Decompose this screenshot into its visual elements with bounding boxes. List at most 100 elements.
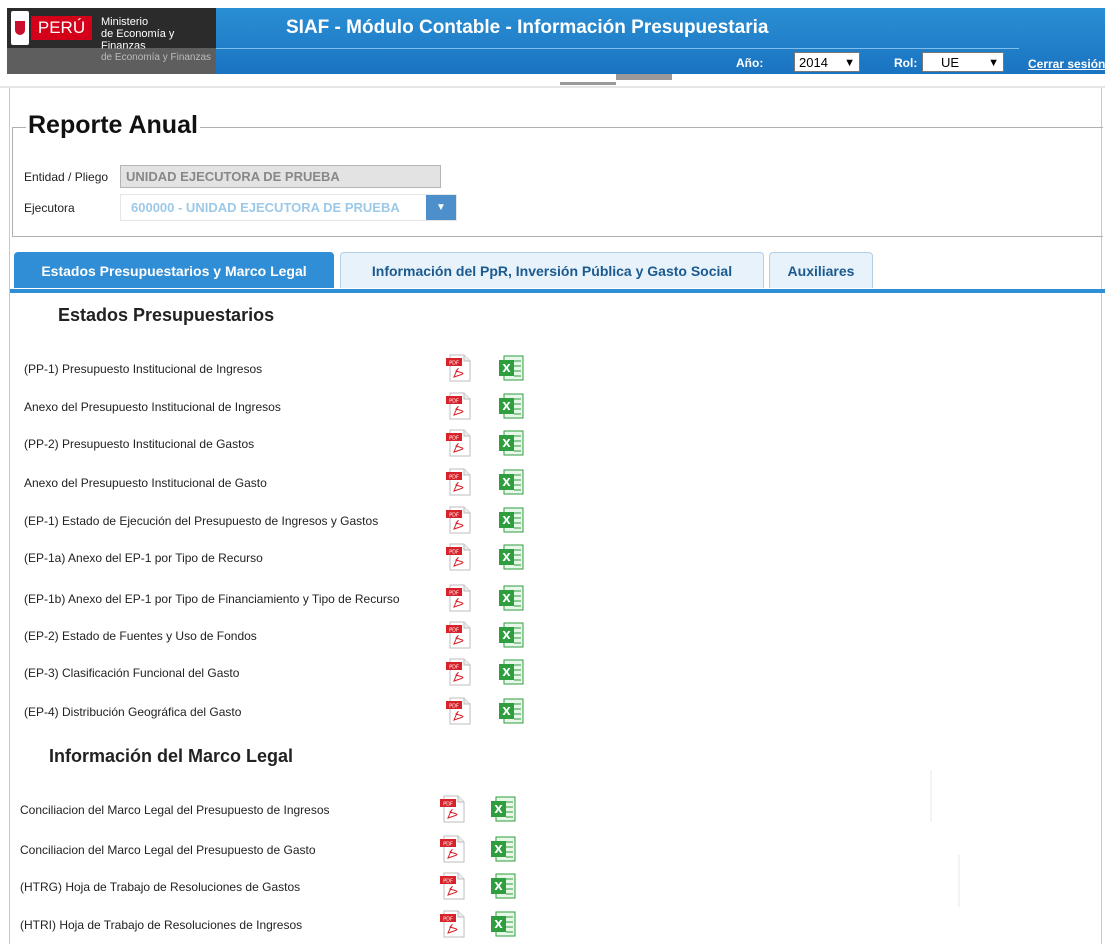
excel-file-icon[interactable]: X xyxy=(496,505,526,535)
pdf-file-icon[interactable]: PDF xyxy=(444,696,474,726)
pdf-file-icon[interactable]: PDF xyxy=(444,542,474,572)
excel-file-icon[interactable]: X xyxy=(496,353,526,383)
svg-text:X: X xyxy=(502,400,511,413)
section-title-estados: Estados Presupuestarios xyxy=(58,305,275,325)
svg-text:PDF: PDF xyxy=(449,361,459,367)
pdf-file-icon[interactable]: PDF xyxy=(444,353,474,383)
logout-link[interactable]: Cerrar sesión xyxy=(1028,57,1105,71)
svg-text:X: X xyxy=(502,362,511,375)
excel-file-icon[interactable]: X xyxy=(488,909,518,939)
tab-auxiliares[interactable]: Auxiliares xyxy=(769,252,873,288)
marco-item-label: (HTRI) Hoja de Trabajo de Resoluciones d… xyxy=(20,918,303,932)
entidad-label: Entidad / Pliego xyxy=(24,170,109,184)
estados-item-label: (PP-2) Presupuesto Institucional de Gast… xyxy=(24,437,255,451)
svg-text:PDF: PDF xyxy=(449,475,459,481)
estados-item-label: (EP-1a) Anexo del EP-1 por Tipo de Recur… xyxy=(24,551,263,565)
estados-item-label: (EP-1b) Anexo del EP-1 por Tipo de Finan… xyxy=(24,592,400,606)
svg-text:X: X xyxy=(502,437,511,450)
ejecutora-combobox[interactable]: 600000 - UNIDAD EJECUTORA DE PRUEBA ▼ xyxy=(120,194,457,221)
svg-text:PDF: PDF xyxy=(449,513,459,519)
section-title-marco: Información del Marco Legal xyxy=(49,746,294,766)
svg-text:PDF: PDF xyxy=(443,879,453,885)
estados-item-label: (EP-1) Estado de Ejecución del Presupues… xyxy=(24,514,379,528)
pdf-file-icon[interactable]: PDF xyxy=(444,620,474,650)
pdf-file-icon[interactable]: PDF xyxy=(438,794,468,824)
marco-item-label: Conciliacion del Marco Legal del Presupu… xyxy=(20,803,330,817)
svg-text:PDF: PDF xyxy=(449,399,459,405)
svg-text:PDF: PDF xyxy=(449,436,459,442)
svg-text:PDF: PDF xyxy=(449,591,459,597)
role-value: UE xyxy=(941,55,960,70)
ejecutora-label: Ejecutora xyxy=(24,201,75,215)
svg-text:PDF: PDF xyxy=(449,550,459,556)
year-value: 2014 xyxy=(799,55,828,70)
excel-file-icon[interactable]: X xyxy=(496,620,526,650)
year-select[interactable]: 2014 ▼ xyxy=(794,52,860,72)
pdf-file-icon[interactable]: PDF xyxy=(444,505,474,535)
pdf-file-icon[interactable]: PDF xyxy=(438,871,468,901)
svg-text:PDF: PDF xyxy=(443,917,453,923)
svg-text:PDF: PDF xyxy=(449,628,459,634)
svg-text:X: X xyxy=(494,918,503,931)
content-left-border xyxy=(9,88,10,944)
pdf-file-icon[interactable]: PDF xyxy=(438,909,468,939)
estados-item-label: Anexo del Presupuesto Institucional de I… xyxy=(24,400,281,414)
app-title: SIAF - Módulo Contable - Información Pre… xyxy=(286,17,769,38)
chevron-down-icon: ▼ xyxy=(844,57,855,69)
svg-text:X: X xyxy=(502,705,511,718)
marco-item-label: Conciliacion del Marco Legal del Presupu… xyxy=(20,843,316,857)
entidad-field: UNIDAD EJECUTORA DE PRUEBA xyxy=(120,165,441,188)
role-select[interactable]: UE ▼ xyxy=(922,52,1004,72)
scroll-marker xyxy=(560,82,616,85)
ejecutora-value: 600000 - UNIDAD EJECUTORA DE PRUEBA xyxy=(131,200,400,215)
tab-ppr-inversion[interactable]: Información del PpR, Inversión Pública y… xyxy=(340,252,764,288)
pdf-file-icon[interactable]: PDF xyxy=(444,428,474,458)
svg-text:X: X xyxy=(502,666,511,679)
estados-item-label: (EP-4) Distribución Geográfica del Gasto xyxy=(24,705,242,719)
svg-text:X: X xyxy=(494,880,503,893)
excel-file-icon[interactable]: X xyxy=(496,467,526,497)
dropdown-arrow-icon[interactable]: ▼ xyxy=(426,195,456,220)
pdf-file-icon[interactable]: PDF xyxy=(444,583,474,613)
ministry-logo: PERÚ Ministerio de Economía y Finanzas d… xyxy=(7,8,216,74)
estados-item-label: Anexo del Presupuesto Institucional de G… xyxy=(24,476,267,490)
svg-text:X: X xyxy=(502,514,511,527)
chevron-down-icon: ▼ xyxy=(988,57,999,69)
svg-text:X: X xyxy=(494,843,503,856)
excel-file-icon[interactable]: X xyxy=(496,696,526,726)
excel-file-icon[interactable]: X xyxy=(496,391,526,421)
tab-estados-marco-legal[interactable]: Estados Presupuestarios y Marco Legal xyxy=(14,252,334,288)
ministry-line1: Ministerio xyxy=(101,16,149,28)
header-divider xyxy=(0,86,1105,88)
excel-file-icon[interactable]: X xyxy=(496,583,526,613)
role-label: Rol: xyxy=(894,56,918,70)
app-header: PERÚ Ministerio de Economía y Finanzas d… xyxy=(0,0,1105,80)
svg-text:PDF: PDF xyxy=(449,704,459,710)
svg-text:X: X xyxy=(502,592,511,605)
pdf-file-icon[interactable]: PDF xyxy=(444,391,474,421)
estados-item-label: (PP-1) Presupuesto Institucional de Ingr… xyxy=(24,362,263,376)
estados-item-label: (EP-3) Clasificación Funcional del Gasto xyxy=(24,666,240,680)
excel-file-icon[interactable]: X xyxy=(488,871,518,901)
excel-file-icon[interactable]: X xyxy=(496,542,526,572)
pdf-file-icon[interactable]: PDF xyxy=(444,657,474,687)
excel-file-icon[interactable]: X xyxy=(496,657,526,687)
coat-of-arms-icon xyxy=(11,11,29,45)
pdf-file-icon[interactable]: PDF xyxy=(438,834,468,864)
svg-text:X: X xyxy=(494,803,503,816)
svg-text:X: X xyxy=(502,476,511,489)
svg-text:PDF: PDF xyxy=(443,802,453,808)
page-title: Reporte Anual xyxy=(26,111,200,140)
excel-file-icon[interactable]: X xyxy=(488,834,518,864)
peru-badge: PERÚ xyxy=(31,16,92,40)
ministry-ghost-text: de Economía y Finanzas xyxy=(101,52,212,63)
svg-text:PDF: PDF xyxy=(443,842,453,848)
pdf-file-icon[interactable]: PDF xyxy=(444,467,474,497)
excel-file-icon[interactable]: X xyxy=(488,794,518,824)
marco-item-label: (HTRG) Hoja de Trabajo de Resoluciones d… xyxy=(20,880,301,894)
title-bar: SIAF - Módulo Contable - Información Pre… xyxy=(216,8,1105,74)
header-tab-marker xyxy=(616,74,672,80)
year-label: Año: xyxy=(736,56,764,70)
excel-file-icon[interactable]: X xyxy=(496,428,526,458)
svg-text:X: X xyxy=(502,629,511,642)
